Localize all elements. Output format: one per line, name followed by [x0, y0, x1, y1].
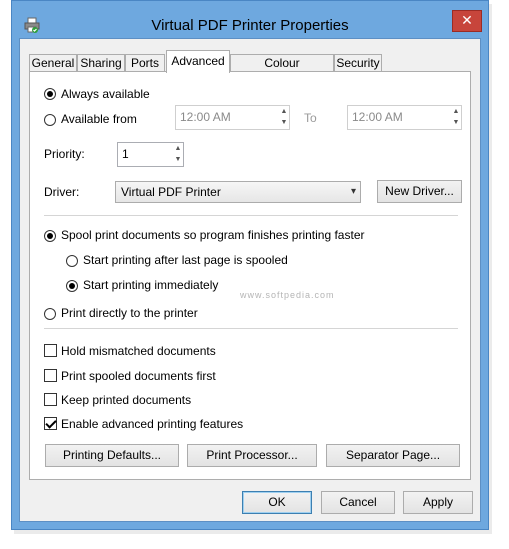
window-title: Virtual PDF Printer Properties	[151, 17, 349, 34]
hold-mismatched-checkbox[interactable]	[44, 344, 57, 357]
spooled-first-checkbox[interactable]	[44, 369, 57, 382]
advanced-panel: Always available Available from 12:00 AM…	[29, 71, 471, 480]
close-button[interactable]: ✕	[452, 10, 482, 32]
tab-colour-management[interactable]: Colour Management	[230, 54, 334, 86]
tab-advanced[interactable]: Advanced	[166, 50, 230, 73]
title-bar[interactable]: Virtual PDF Printer Properties ✕	[12, 1, 488, 39]
spooled-first-label: Print spooled documents first	[61, 369, 216, 383]
always-available-radio[interactable]	[44, 88, 56, 100]
tab-general[interactable]: General	[29, 54, 77, 72]
separator-page-button[interactable]: Separator Page...	[326, 444, 460, 467]
spool-radio[interactable]	[44, 230, 56, 242]
start-immediately-radio[interactable]	[66, 280, 78, 292]
watermark-text: www.softpedia.com	[240, 290, 335, 300]
keep-printed-label: Keep printed documents	[61, 393, 192, 407]
start-immediately-label: Start printing immediately	[83, 278, 219, 292]
tab-sharing[interactable]: Sharing	[77, 54, 125, 72]
print-direct-label: Print directly to the printer	[61, 306, 198, 320]
enable-advanced-checkbox[interactable]	[44, 417, 57, 430]
to-label: To	[304, 111, 317, 125]
priority-label: Priority:	[44, 147, 85, 161]
priority-input[interactable]: 1 ▲ ▼	[117, 142, 184, 167]
driver-label: Driver:	[44, 185, 80, 199]
chevron-down-icon: ▾	[350, 186, 356, 197]
separator-2	[44, 328, 458, 329]
ok-button[interactable]: OK	[242, 491, 312, 514]
from-time-spinner: ▲ ▼	[280, 108, 288, 126]
spool-label: Spool print documents so program finishe…	[61, 228, 365, 242]
start-after-last-radio[interactable]	[66, 255, 78, 267]
priority-spinner[interactable]: ▲ ▼	[173, 143, 183, 166]
print-direct-radio[interactable]	[44, 308, 56, 320]
available-from-radio[interactable]	[44, 114, 56, 126]
properties-window: Virtual PDF Printer Properties ✕ General…	[11, 0, 489, 530]
tab-ports[interactable]: Ports	[125, 54, 165, 72]
tab-security[interactable]: Security	[334, 54, 382, 72]
available-from-label: Available from	[61, 112, 137, 126]
to-time-value: 12:00 AM	[352, 110, 403, 124]
always-available-label: Always available	[61, 87, 150, 101]
close-icon: ✕	[461, 12, 473, 28]
dialog-client-area: General Sharing Ports Advanced Colour Ma…	[19, 38, 481, 522]
cancel-button[interactable]: Cancel	[321, 491, 395, 514]
keep-printed-checkbox[interactable]	[44, 393, 57, 406]
driver-value: Virtual PDF Printer	[121, 185, 221, 199]
separator-1	[44, 215, 458, 216]
printing-defaults-button[interactable]: Printing Defaults...	[45, 444, 179, 467]
start-after-last-label: Start printing after last page is spoole…	[83, 253, 288, 267]
hold-mismatched-label: Hold mismatched documents	[61, 344, 216, 358]
enable-advanced-label: Enable advanced printing features	[61, 417, 244, 431]
available-to-time: 12:00 AM ▲ ▼	[347, 105, 462, 130]
new-driver-button[interactable]: New Driver...	[377, 180, 462, 203]
priority-value: 1	[122, 147, 129, 161]
driver-select[interactable]: Virtual PDF Printer ▾	[115, 181, 361, 203]
available-from-time: 12:00 AM ▲ ▼	[175, 105, 290, 130]
print-processor-button[interactable]: Print Processor...	[187, 444, 317, 467]
from-time-value: 12:00 AM	[180, 110, 231, 124]
to-time-spinner: ▲ ▼	[452, 108, 460, 126]
apply-button[interactable]: Apply	[403, 491, 473, 514]
